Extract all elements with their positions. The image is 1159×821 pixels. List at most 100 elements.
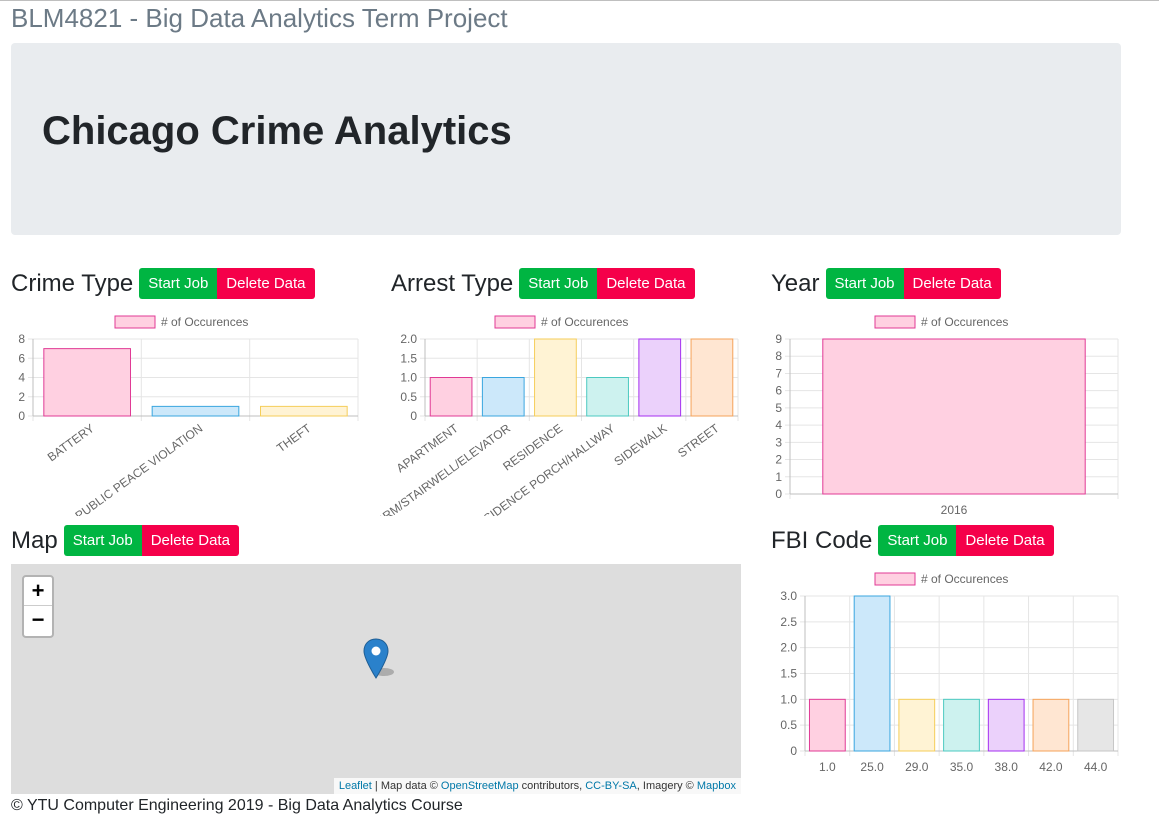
year-delete-data-button[interactable]: Delete Data	[903, 268, 1001, 299]
legend-swatch	[494, 315, 536, 329]
y-tick-label: 3	[775, 435, 782, 449]
zoom-out-button[interactable]: −	[24, 606, 52, 635]
y-tick-label: 2.0	[780, 641, 797, 655]
crime-type-title: Crime Type	[11, 269, 134, 297]
leaflet-link[interactable]: Leaflet	[339, 780, 372, 792]
openstreetmap-link[interactable]: OpenStreetMap	[441, 780, 519, 792]
arrest-type-start-job-button[interactable]: Start Job	[519, 268, 598, 299]
x-tick-label: 25.0	[860, 760, 884, 774]
y-tick-label: 1.5	[780, 667, 797, 681]
bar	[1032, 698, 1070, 752]
mapbox-link[interactable]: Mapbox	[697, 780, 736, 792]
attribution-text-3: , Imagery ©	[636, 780, 697, 792]
crime-type-chart: # of Occurences02468BATTERYPUBLIC PEACE …	[18, 315, 359, 516]
y-tick-label: 7	[775, 366, 782, 380]
year-title: Year	[771, 269, 820, 297]
legend-label: # of Occurences	[161, 315, 248, 329]
map-marker-icon[interactable]	[363, 638, 399, 689]
license-link[interactable]: CC-BY-SA	[585, 780, 637, 792]
fbi-code-chart: # of Occurences 0 0.5 1.0 1.5 2.0 2.5 3.0 1.0 25.…	[780, 572, 1119, 774]
y-tick-label: 1.0	[780, 692, 797, 706]
footer: © YTU Computer Engineering 2019 - Big Da…	[11, 797, 463, 814]
map-header: Map Start Job Delete Data	[11, 525, 239, 556]
y-tick-label: 1.5	[400, 351, 417, 365]
y-tick-label: 0	[410, 409, 417, 423]
bar	[853, 595, 891, 752]
legend-label: # of Occurences	[921, 572, 1008, 586]
legend-swatch	[874, 572, 916, 586]
main-heading: Chicago Crime Analytics	[42, 109, 512, 153]
y-tick-label: 1	[775, 470, 782, 484]
arrest-type-header: Arrest Type Start Job Delete Data	[391, 268, 695, 299]
bar	[898, 698, 936, 752]
bar	[586, 377, 629, 417]
x-tick-label: 1.0	[819, 760, 836, 774]
y-tick-label: 4	[775, 418, 782, 432]
y-tick-label: 2.5	[780, 615, 797, 629]
legend-swatch	[874, 315, 916, 329]
x-tick-label: 42.0	[1039, 760, 1063, 774]
fbi-code-delete-data-button[interactable]: Delete Data	[956, 525, 1054, 556]
map-view[interactable]: + − Leaflet | Map data © OpenStreetMap c…	[11, 564, 741, 794]
bar	[987, 698, 1025, 752]
y-tick-label: 0	[775, 487, 782, 501]
fbi-code-start-job-button[interactable]: Start Job	[878, 525, 957, 556]
y-tick-label: 0	[18, 409, 25, 423]
bar	[43, 348, 131, 417]
year-header: Year Start Job Delete Data	[771, 268, 1001, 299]
zoom-control: + −	[22, 575, 54, 638]
arrest-type-delete-data-button[interactable]: Delete Data	[597, 268, 695, 299]
attribution-text-1: | Map data ©	[371, 780, 441, 792]
y-tick-label: 6	[775, 384, 782, 398]
x-tick-label: 35.0	[950, 760, 974, 774]
fbi-code-header: FBI Code Start Job Delete Data	[771, 525, 1054, 556]
legend-swatch	[114, 315, 156, 329]
y-tick-label: 3.0	[780, 589, 797, 603]
crime-type-header: Crime Type Start Job Delete Data	[11, 268, 315, 299]
bar	[638, 338, 682, 417]
y-tick-label: 2	[775, 453, 782, 467]
attribution-text-2: contributors,	[518, 780, 586, 792]
y-tick-label: 5	[775, 401, 782, 415]
crime-type-start-job-button[interactable]: Start Job	[139, 268, 218, 299]
x-tick-label: STREET	[675, 421, 722, 461]
x-tick-label: BATTERY	[45, 421, 97, 464]
x-tick-label: 38.0	[995, 760, 1019, 774]
y-tick-label: 8	[775, 349, 782, 363]
bar	[808, 698, 846, 752]
bar	[481, 377, 525, 417]
bar	[260, 405, 348, 417]
y-tick-label: 0.5	[780, 718, 797, 732]
bar	[943, 698, 980, 752]
y-tick-label: 1.0	[400, 371, 417, 385]
bar	[690, 338, 734, 417]
map-start-job-button[interactable]: Start Job	[63, 525, 142, 556]
legend-label: # of Occurences	[541, 315, 628, 329]
crime-type-delete-data-button[interactable]: Delete Data	[217, 268, 315, 299]
zoom-in-button[interactable]: +	[24, 577, 52, 606]
map-attribution: Leaflet | Map data © OpenStreetMap contr…	[333, 778, 741, 794]
bar	[534, 338, 577, 417]
year-chart: # of Occurences 0 1 2 3 4 5 6 7 8 9 2016	[775, 315, 1119, 517]
y-tick-label: 0.5	[400, 390, 417, 404]
bar	[1077, 698, 1115, 752]
bar	[151, 405, 240, 417]
fbi-code-title: FBI Code	[771, 526, 873, 554]
x-tick-label: 44.0	[1084, 760, 1108, 774]
y-tick-label: 9	[775, 332, 782, 346]
map-delete-data-button[interactable]: Delete Data	[141, 525, 239, 556]
x-tick-label: 2016	[941, 503, 968, 517]
x-tick-label: THEFT	[274, 421, 314, 455]
year-start-job-button[interactable]: Start Job	[825, 268, 904, 299]
y-tick-label: 0	[790, 744, 797, 758]
arrest-type-title: Arrest Type	[391, 269, 514, 297]
map-title: Map	[11, 526, 58, 554]
y-tick-label: 6	[18, 351, 25, 365]
y-tick-label: 8	[18, 332, 25, 346]
bar	[822, 338, 1086, 495]
page-title: BLM4821 - Big Data Analytics Term Projec…	[11, 3, 508, 33]
legend-label: # of Occurences	[921, 315, 1008, 329]
x-tick-label: SIDEWALK	[611, 421, 669, 469]
y-tick-label: 4	[18, 371, 25, 385]
bar	[429, 377, 473, 417]
